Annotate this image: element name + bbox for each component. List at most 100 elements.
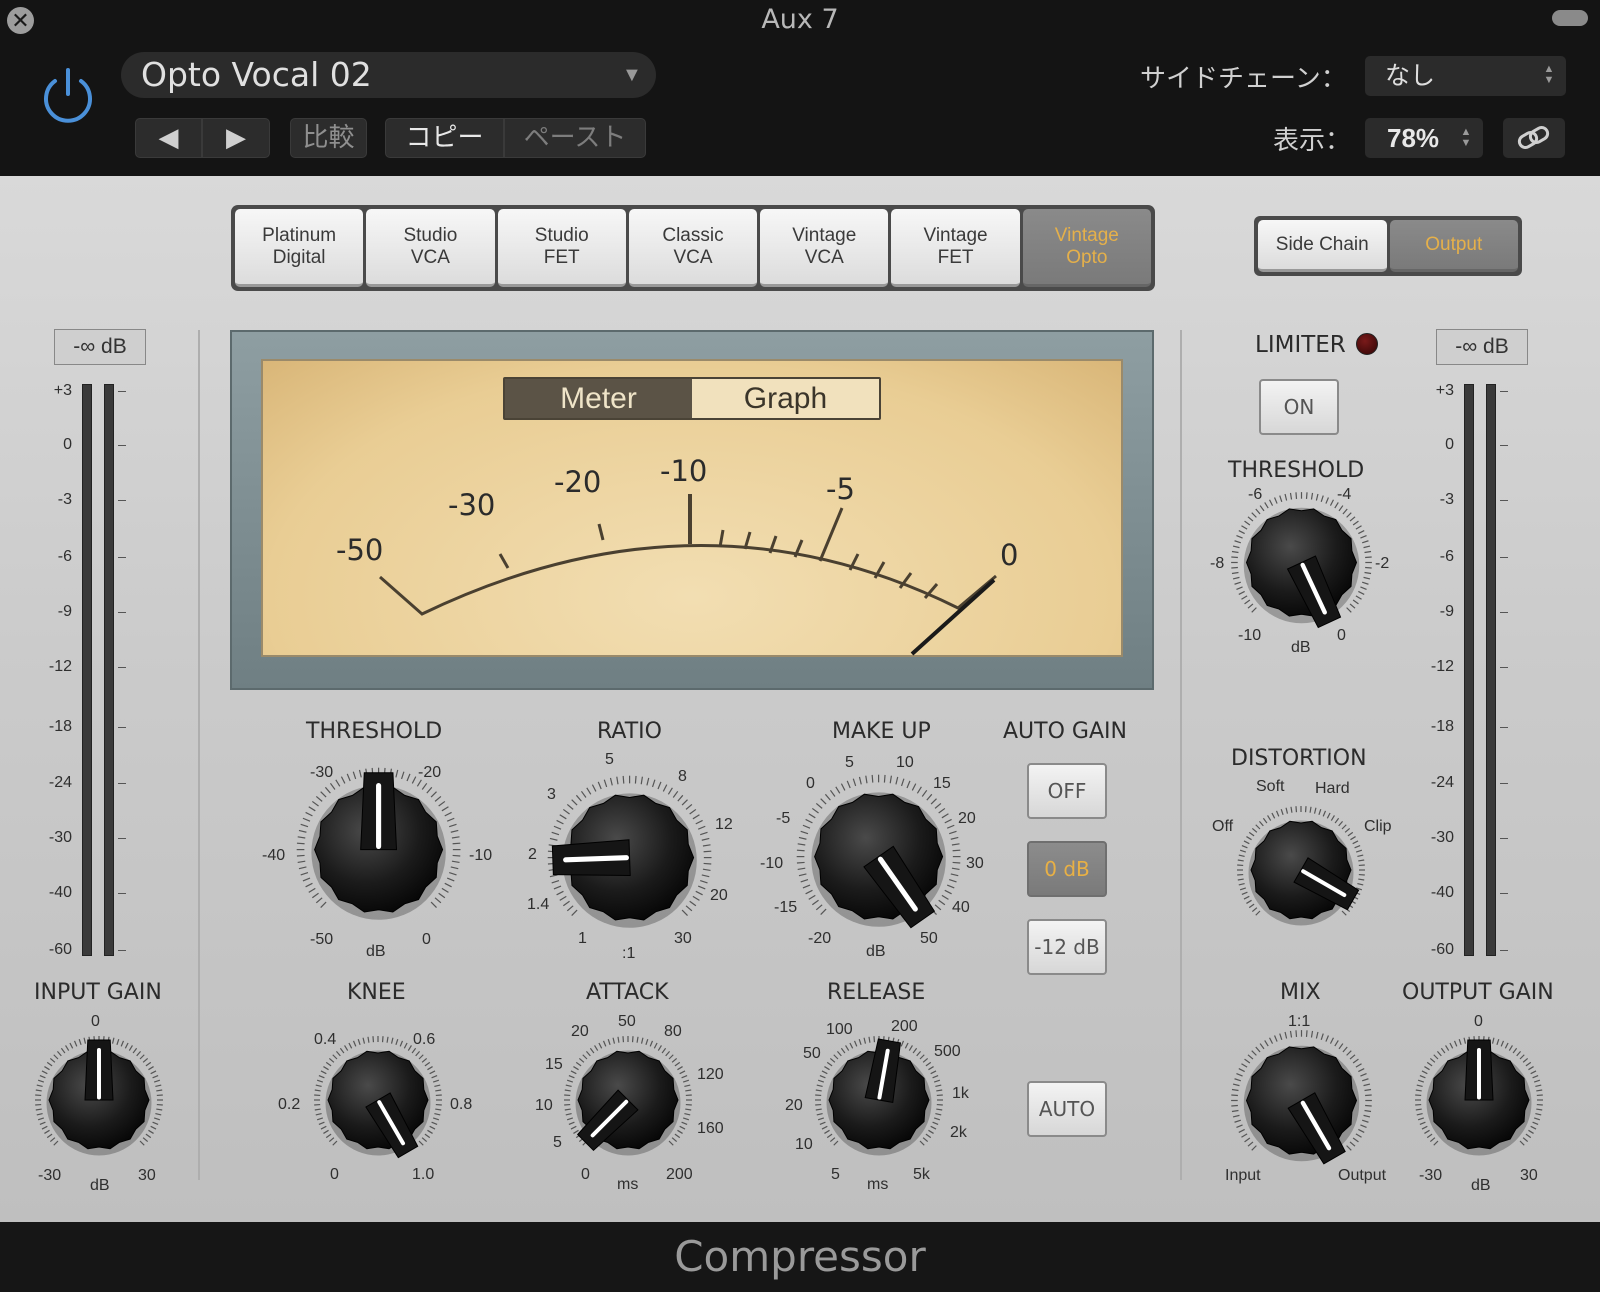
knob-scale-label: 2 <box>528 846 537 863</box>
knob-unit-label: :1 <box>622 945 636 962</box>
auto-gain-0db-button[interactable]: 0 dB <box>1027 841 1107 897</box>
chevron-down-icon[interactable]: ▼ <box>622 52 642 98</box>
meter-tick <box>118 667 126 668</box>
power-icon[interactable] <box>36 64 100 128</box>
knob-scale-label: 30 <box>138 1167 156 1184</box>
knob-scale-label: 0 <box>422 931 431 948</box>
meter-scale-label: -6 <box>1439 548 1454 565</box>
release-knob[interactable] <box>784 1005 974 1195</box>
knee-knob[interactable] <box>283 1005 473 1195</box>
knob-scale-label: 5 <box>605 751 614 768</box>
distortion-knob[interactable] <box>1206 775 1396 965</box>
knob-scale-label: 0 <box>91 1013 100 1030</box>
knob-scale-label: 30 <box>674 930 692 947</box>
knob-scale-label: 5 <box>831 1166 840 1183</box>
meter-tick <box>1500 667 1508 668</box>
compare-button[interactable]: 比較 <box>290 118 367 158</box>
previous-preset-button[interactable]: ◀ <box>135 118 202 158</box>
meter-scale-label: -10 <box>660 454 708 488</box>
knob-scale-label: 15 <box>545 1056 563 1073</box>
knob-scale-label: 50 <box>803 1045 821 1062</box>
output-gain-knob[interactable] <box>1384 1005 1574 1195</box>
input-level-bar <box>82 384 92 956</box>
knob-scale-label: -40 <box>262 847 286 864</box>
meter-tick <box>1500 445 1508 446</box>
stepper-icon[interactable]: ▲ ▼ <box>1542 64 1556 86</box>
sidechain-select[interactable]: なし <box>1365 56 1566 96</box>
attack-knob[interactable] <box>533 1005 723 1195</box>
knob-scale-label: 5 <box>553 1134 562 1151</box>
knob-scale-label: Input <box>1225 1167 1261 1184</box>
knob-unit-label: dB <box>90 1177 110 1194</box>
meter-scale-label: 0 <box>63 436 72 453</box>
meter-scale-label: -3 <box>57 491 72 508</box>
knob-scale-label: -50 <box>310 931 334 948</box>
meter-scale-label: -60 <box>48 941 72 958</box>
output-level-readout: -∞ dB <box>1436 329 1528 365</box>
knob-scale-label: 1 <box>578 930 587 947</box>
knob-scale-label: -2 <box>1375 555 1390 572</box>
tab-platinum-digital[interactable]: Platinum Digital <box>235 209 364 287</box>
knob-scale-label: -4 <box>1337 486 1352 503</box>
copy-button[interactable]: コピー <box>385 118 504 158</box>
input-gain-knob[interactable] <box>4 1005 194 1195</box>
auto-gain-minus12-button[interactable]: -12 dB <box>1027 919 1107 975</box>
auto-gain-title: AUTO GAIN <box>1003 719 1127 744</box>
plugin-name: Compressor <box>674 1232 926 1281</box>
link-icon[interactable] <box>1503 118 1565 158</box>
knob-scale-label: -30 <box>38 1167 62 1184</box>
graph-mode-button[interactable]: Graph <box>692 379 879 418</box>
output-gain-title: OUTPUT GAIN <box>1402 980 1554 1005</box>
ratio-knob[interactable] <box>508 736 751 979</box>
paste-button[interactable]: ペースト <box>504 118 646 158</box>
tab-classic-vca[interactable]: Classic VCA <box>628 209 758 287</box>
meter-tick <box>1500 612 1508 613</box>
knob-scale-label: 1.0 <box>412 1166 435 1183</box>
meter-tick <box>1500 557 1508 558</box>
meter-tick <box>118 612 126 613</box>
preset-menu[interactable]: Opto Vocal 02 <box>121 52 656 98</box>
limiter-on-button[interactable]: ON <box>1259 379 1339 435</box>
tab-studio-vca[interactable]: Studio VCA <box>366 209 495 287</box>
meter-tick <box>1500 783 1508 784</box>
stepper-icon[interactable]: ▲ ▼ <box>1459 127 1473 149</box>
knob-scale-label: -30 <box>1419 1167 1443 1184</box>
knob-scale-label: 15 <box>933 775 951 792</box>
sidechain-label: サイドチェーン： <box>1140 64 1347 94</box>
meter-scale-label: -18 <box>1430 718 1454 735</box>
window-title: Aux 7 <box>761 4 839 35</box>
next-preset-button[interactable]: ▶ <box>202 118 270 158</box>
knob-scale-label: -10 <box>1238 627 1262 644</box>
tab-side-chain[interactable]: Side Chain <box>1258 220 1387 272</box>
meter-tick <box>1500 727 1508 728</box>
tab-vintage-fet[interactable]: Vintage FET <box>891 209 1020 287</box>
knob-scale-label: -5 <box>776 810 791 827</box>
knob-scale-label: 1:1 <box>1288 1013 1311 1030</box>
tab-studio-fet[interactable]: Studio FET <box>497 209 626 287</box>
window-control-icon[interactable] <box>1552 10 1588 26</box>
knob-scale-label: 8 <box>678 768 687 785</box>
knob-scale-label: -10 <box>760 855 784 872</box>
meter-scale-label: -3 <box>1439 491 1454 508</box>
output-level-bar <box>1486 384 1496 956</box>
divider <box>198 330 200 1180</box>
knob-scale-label: 100 <box>826 1021 853 1038</box>
tab-output[interactable]: Output <box>1389 220 1518 272</box>
tab-vintage-opto[interactable]: Vintage Opto <box>1022 209 1151 287</box>
knob-scale-label: 10 <box>535 1097 553 1114</box>
knob-scale-label: 0 <box>806 775 815 792</box>
knob-scale-label: 0 <box>581 1166 590 1183</box>
threshold-knob[interactable] <box>257 728 500 971</box>
meter-tick <box>1500 500 1508 501</box>
auto-gain-off-button[interactable]: OFF <box>1027 763 1107 819</box>
knob-scale-label: 20 <box>710 887 728 904</box>
distortion-title: DISTORTION <box>1231 746 1367 771</box>
knee-title: KNEE <box>347 980 406 1005</box>
tab-vintage-vca[interactable]: Vintage VCA <box>760 209 889 287</box>
meter-scale-label: -40 <box>1430 884 1454 901</box>
meter-mode-button[interactable]: Meter <box>505 379 692 418</box>
knob-scale-label: Soft <box>1256 778 1285 795</box>
knob-scale-label: 200 <box>891 1018 918 1035</box>
auto-release-button[interactable]: AUTO <box>1027 1081 1107 1137</box>
knob-scale-label: 1k <box>952 1085 969 1102</box>
